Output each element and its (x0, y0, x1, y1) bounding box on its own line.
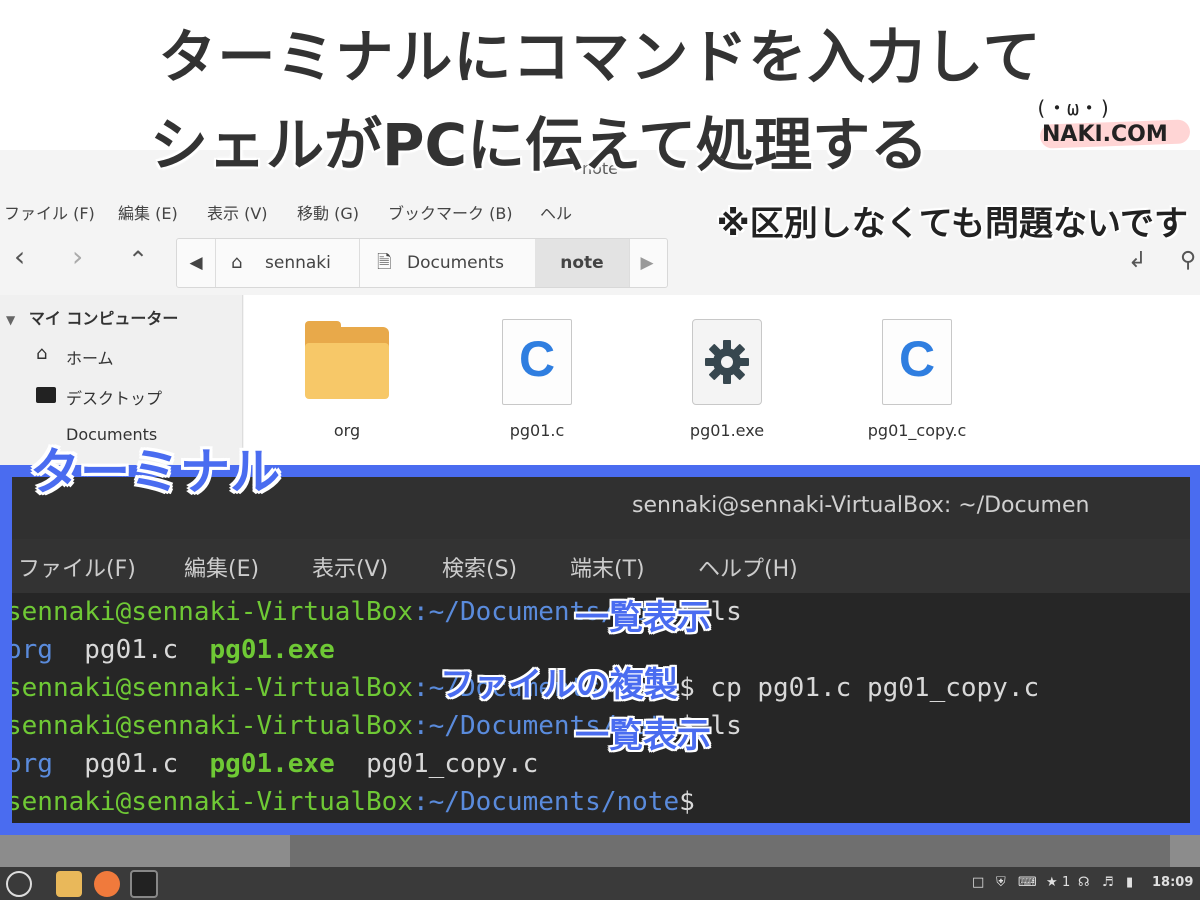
desktop-icon (36, 387, 56, 403)
annotation-copy: ファイルの複製 (440, 665, 678, 705)
terminal-icon[interactable] (130, 870, 158, 898)
collapse-triangle-icon: ▼ (6, 313, 16, 327)
sidebar-item-home[interactable]: ⌂ ホーム (36, 343, 114, 369)
terminal-highlight-frame: sennaki@sennaki-VirtualBox: ~/Documen ファ… (0, 465, 1200, 835)
shield-icon[interactable]: ⛨ (996, 875, 1006, 890)
headline: ターミナルにコマンドを入力して シェルがPCに伝えて処理する (0, 0, 1200, 179)
folder-icon[interactable] (56, 871, 82, 897)
breadcrumb-documents-label: Documents (407, 253, 504, 273)
breadcrumb-left-icon[interactable]: ◀ (177, 239, 216, 287)
breadcrumb-right-icon[interactable]: ▶ (629, 239, 665, 287)
updater-icon[interactable] (94, 871, 120, 897)
menu-edit[interactable]: 編集 (E) (118, 200, 178, 224)
sidebar-header[interactable]: ▼ マイ コンピューター (6, 305, 178, 329)
file-label: pg01.exe (689, 421, 765, 440)
document-icon: 🗎 (377, 252, 392, 273)
terminal-window[interactable]: sennaki@sennaki-VirtualBox: ~/Documen ファ… (12, 477, 1190, 823)
sidebar-item-desktop[interactable]: デスクトップ (36, 385, 162, 409)
volume-icon[interactable]: ♬ (1102, 875, 1114, 890)
breadcrumb-documents[interactable]: 🗎 Documents (359, 239, 536, 287)
note-text: ※区別しなくても問題ないです (716, 204, 1188, 244)
desktop-background (0, 835, 1200, 867)
headline-line-2: シェルがPCに伝えて処理する (150, 111, 929, 179)
file-label: pg01.c (509, 421, 565, 440)
battery-icon[interactable]: ▮ (1126, 875, 1133, 890)
annotation-list: 一覧表示 (575, 716, 711, 756)
search-icon[interactable]: ⚲ (1180, 248, 1196, 273)
taskbar: □ ⛨ ⌨ ★ 1 ☊ ♬ ▮ 18:09 (0, 867, 1200, 900)
keyboard-icon[interactable]: ⌨ (1018, 875, 1037, 890)
home-icon: ⌂ (36, 343, 48, 364)
notification-count: 1 (1062, 875, 1071, 890)
terminal-label: ターミナル (30, 443, 280, 501)
back-arrow-icon[interactable]: ‹ (14, 240, 25, 273)
terminal-line: org pg01.c pg01.exe (12, 635, 335, 665)
clock[interactable]: 18:09 (1152, 875, 1193, 890)
menu-go[interactable]: 移動 (G) (297, 200, 359, 224)
breadcrumb-home-label: sennaki (265, 253, 331, 273)
breadcrumb-home[interactable]: ⌂ sennaki (215, 239, 360, 287)
menu-bookmarks[interactable]: ブックマーク (B) (388, 200, 513, 224)
forward-arrow-icon[interactable]: › (72, 240, 83, 273)
toggle-location-icon[interactable]: ↲ (1128, 248, 1146, 273)
terminal-menu-file[interactable]: ファイル(F) (18, 551, 136, 583)
annotation-list: 一覧表示 (575, 598, 711, 638)
up-arrow-icon[interactable]: ⌃ (128, 246, 148, 274)
c-file-icon: C (502, 319, 572, 405)
breadcrumb-note[interactable]: note (535, 239, 630, 287)
c-file-icon: C (882, 319, 952, 405)
sidebar-header-label: マイ コンピューター (28, 309, 179, 328)
notification-icon[interactable]: ★ (1046, 875, 1058, 890)
headline-line-1: ターミナルにコマンドを入力して (158, 23, 1042, 91)
terminal-line: sennaki@sennaki-VirtualBox:~/Documents/n… (12, 787, 695, 817)
clipboard-icon[interactable]: □ (972, 875, 984, 890)
terminal-menubar: ファイル(F) 編集(E) 表示(V) 検索(S) 端末(T) ヘルプ(H) (12, 539, 1190, 593)
menu-view[interactable]: 表示 (V) (207, 200, 268, 224)
network-icon[interactable]: ☊ (1078, 875, 1090, 890)
file-area: org C pg01.c pg01.exe C pg01_copy.c (244, 295, 1200, 465)
terminal-menu-edit[interactable]: 編集(E) (184, 551, 259, 583)
terminal-menu-view[interactable]: 表示(V) (312, 551, 388, 583)
gear-icon (692, 319, 762, 405)
breadcrumb: ◀ ⌂ sennaki 🗎 Documents note ▶ (176, 238, 668, 288)
terminal-menu-search[interactable]: 検索(S) (442, 551, 517, 583)
menu-icon[interactable] (6, 871, 32, 897)
menu-file[interactable]: ファイル (F) (4, 200, 95, 224)
home-icon: ⌂ (231, 252, 243, 273)
terminal-menu-help[interactable]: ヘルプ(H) (698, 551, 798, 583)
terminal-line: org pg01.c pg01.exe pg01_copy.c (12, 749, 539, 779)
terminal-title: sennaki@sennaki-VirtualBox: ~/Documen (632, 493, 1090, 518)
file-label: pg01_copy.c (867, 421, 967, 440)
menu-help[interactable]: ヘル (540, 200, 572, 224)
sidebar-item-home-label: ホーム (66, 349, 114, 368)
terminal-menu-terminal[interactable]: 端末(T) (570, 551, 645, 583)
file-label: org (333, 421, 361, 440)
sidebar-item-desktop-label: デスクトップ (66, 389, 163, 408)
